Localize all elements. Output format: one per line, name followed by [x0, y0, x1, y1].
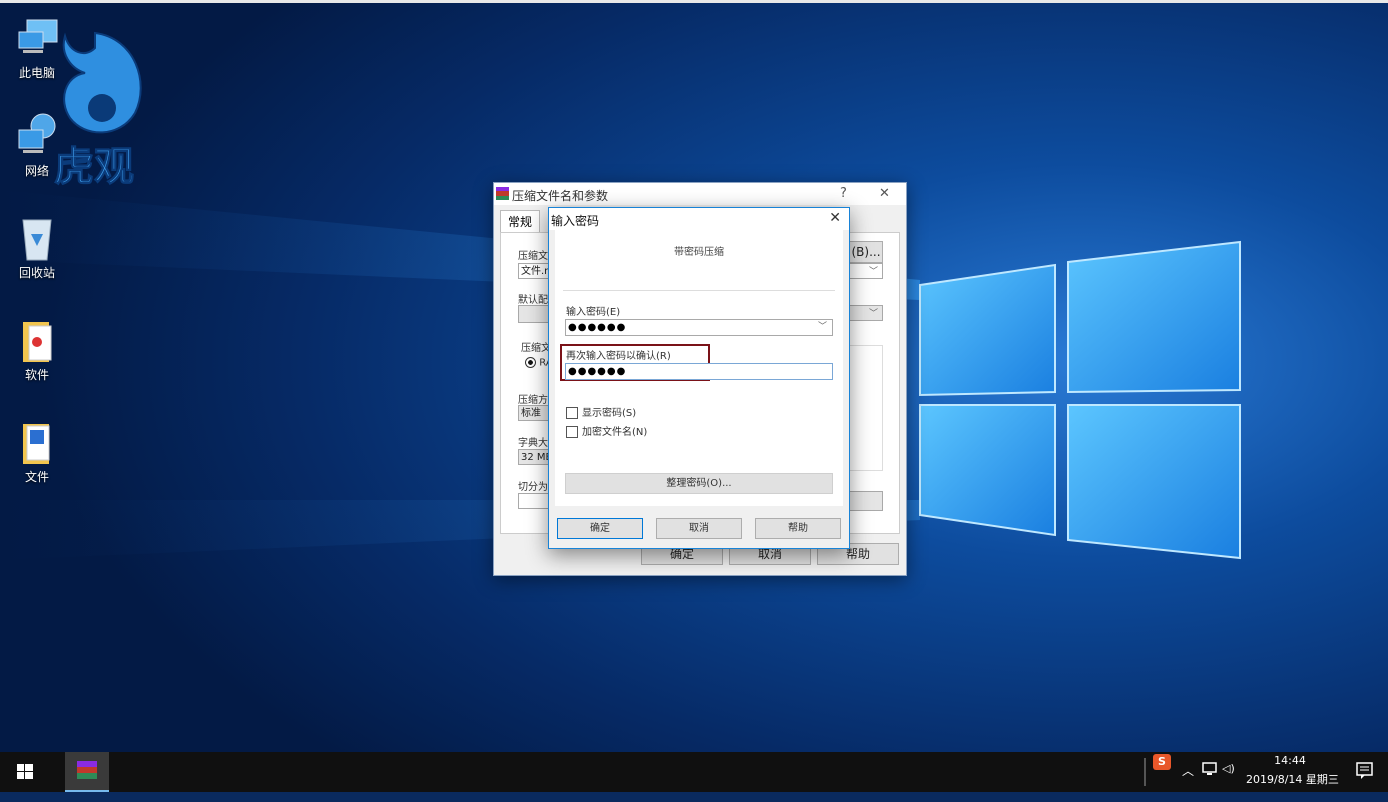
browse-button[interactable]: (B)...	[849, 241, 883, 263]
update-mode-dropdown[interactable]: ﹀	[849, 305, 883, 321]
action-center-icon[interactable]	[1356, 762, 1374, 802]
desktop-icon-this-pc[interactable]: 此电脑	[6, 14, 68, 81]
checkbox-icon	[566, 426, 578, 438]
checkbox-icon	[566, 407, 578, 419]
password-dialog-title: 输入密码	[551, 214, 600, 228]
computer-icon	[13, 14, 61, 62]
password-heading: 带密码压缩	[674, 247, 724, 258]
winrar-icon	[496, 187, 509, 200]
show-hidden-icons-icon[interactable]: ︿	[1182, 762, 1194, 802]
folder-doc-icon	[13, 418, 61, 466]
password-value: ●●●●●●	[568, 322, 627, 333]
desktop-icon-files-folder[interactable]: 文件	[6, 418, 68, 485]
help-icon[interactable]: ?	[840, 186, 847, 201]
encrypt-filenames-checkbox[interactable]: 加密文件名(N)	[566, 423, 647, 438]
confirm-password-input[interactable]: ●●●●●●	[565, 363, 833, 380]
encrypt-filenames-label: 加密文件名(N)	[582, 427, 648, 438]
clock-date[interactable]: 2019/8/14 星期三	[1246, 771, 1346, 787]
default-profile-label: 默认配	[518, 295, 548, 306]
desktop-icon-software-folder[interactable]: 软件	[6, 316, 68, 383]
confirm-password-label: 再次输入密码以确认(R)	[566, 351, 671, 362]
set-password-button[interactable]	[849, 491, 883, 511]
parent-dialog-title: 压缩文件名和参数	[512, 189, 609, 203]
show-password-checkbox[interactable]: 显示密码(S)	[566, 404, 636, 419]
start-button[interactable]	[0, 752, 50, 792]
split-label: 切分为	[518, 482, 548, 493]
winrar-icon	[77, 761, 97, 779]
password-input[interactable]: ●●●●●● ﹀	[565, 319, 833, 336]
network-icon	[13, 112, 61, 160]
clock-time[interactable]: 14:44	[1250, 754, 1330, 767]
password-help-button[interactable]: 帮助	[755, 518, 841, 539]
divider	[563, 290, 835, 291]
windows-logo-icon	[17, 764, 33, 779]
desktop-icon-network[interactable]: 网络	[6, 112, 68, 179]
confirm-password-value: ●●●●●●	[568, 366, 627, 377]
tray-divider	[1144, 758, 1146, 786]
password-titlebar[interactable]: 输入密码 ✕	[549, 208, 849, 230]
dictionary-label: 字典大	[518, 438, 548, 449]
tab-general[interactable]: 常规	[500, 210, 540, 233]
recycle-bin-icon	[13, 214, 61, 262]
ime-sogou-icon[interactable]: S	[1153, 754, 1171, 770]
desktop-icon-recycle-bin[interactable]: 回收站	[6, 214, 68, 281]
archive-name-dropdown[interactable]: ﹀	[849, 263, 883, 279]
enter-password-dialog: 输入密码 ✕ 带密码压缩 输入密码(E) ●●●●●● ﹀ 再次输入密码以确认(…	[548, 207, 850, 549]
chevron-down-icon: ﹀	[868, 267, 878, 277]
network-status-icon[interactable]	[1202, 761, 1218, 801]
chevron-down-icon[interactable]: ﹀	[818, 320, 828, 335]
options-group	[849, 345, 883, 471]
close-icon[interactable]: ✕	[829, 210, 841, 226]
chevron-down-icon: ﹀	[868, 309, 878, 319]
password-label: 输入密码(E)	[566, 307, 621, 318]
archive-name-label: 压缩文	[518, 251, 548, 262]
taskbar-winrar-button[interactable]	[65, 752, 109, 792]
radio-selected-icon	[525, 357, 536, 368]
folder-icon	[13, 316, 61, 364]
password-cancel-button[interactable]: 取消	[656, 518, 742, 539]
volume-icon[interactable]: ◁)	[1222, 762, 1235, 802]
password-panel: 带密码压缩 输入密码(E) ●●●●●● ﹀ 再次输入密码以确认(R) ●●●●…	[555, 230, 843, 506]
taskbar: S ︿ ◁) 14:44 2019/8/14 星期三	[0, 752, 1388, 792]
method-label: 压缩方	[518, 395, 548, 406]
password-ok-button[interactable]: 确定	[557, 518, 643, 539]
show-password-label: 显示密码(S)	[582, 408, 637, 419]
organize-passwords-button[interactable]: 整理密码(O)...	[565, 473, 833, 494]
archive-format-label: 压缩文	[521, 343, 551, 354]
parent-titlebar[interactable]: 压缩文件名和参数 ? ✕	[494, 183, 906, 205]
close-icon[interactable]: ✕	[879, 186, 890, 201]
